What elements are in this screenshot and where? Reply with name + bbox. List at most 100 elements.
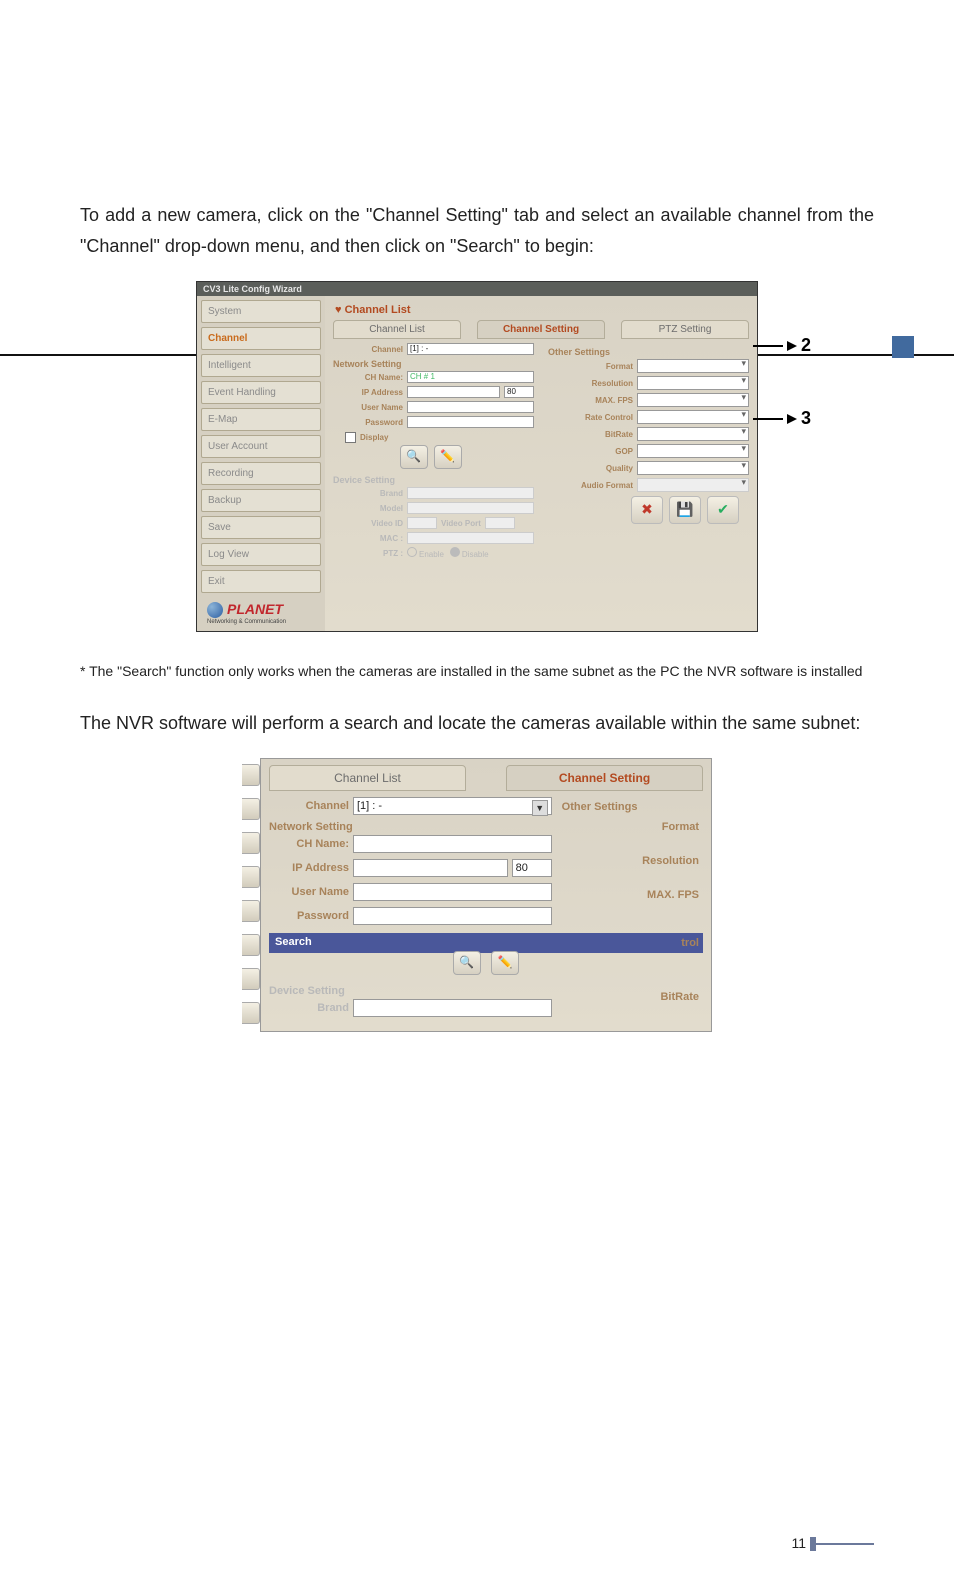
port-input[interactable]: 80 bbox=[504, 386, 534, 398]
maxfps-label: MAX. FPS bbox=[548, 396, 637, 405]
channel-select[interactable]: [1] : - bbox=[407, 343, 534, 355]
wizard-titlebar: CV3 Lite Config Wizard bbox=[197, 282, 757, 296]
fig2-brand-label: Brand bbox=[269, 1002, 353, 1014]
tab-ptz-setting[interactable]: PTZ Setting bbox=[621, 320, 749, 339]
wand-icon-button[interactable]: ✏️ bbox=[434, 445, 462, 469]
sidebar-item-recording[interactable]: Recording bbox=[201, 462, 321, 485]
format-label: Format bbox=[548, 362, 637, 371]
chname-input[interactable]: CH # 1 bbox=[407, 371, 534, 383]
bitrate-select[interactable] bbox=[637, 427, 749, 441]
left-stub-bar bbox=[242, 758, 260, 1032]
fig2-ip-label: IP Address bbox=[269, 862, 353, 874]
callout-2: 2 bbox=[801, 335, 811, 356]
fig2-other-title: Other Settings bbox=[562, 801, 703, 813]
fig2-ip-input[interactable] bbox=[353, 859, 508, 877]
sidebar-item-logview[interactable]: Log View bbox=[201, 543, 321, 566]
fig2-channel-label: Channel bbox=[269, 800, 353, 812]
ip-input[interactable] bbox=[407, 386, 500, 398]
tab-channel-list[interactable]: Channel List bbox=[333, 320, 461, 339]
maxfps-select[interactable] bbox=[637, 393, 749, 407]
fig2-search-icon-button[interactable]: 🔍 bbox=[453, 951, 481, 975]
globe-icon bbox=[207, 602, 223, 618]
quality-select[interactable] bbox=[637, 461, 749, 475]
videoport-label: Video Port bbox=[441, 519, 485, 528]
callout-3: 3 bbox=[801, 408, 811, 429]
format-select[interactable] bbox=[637, 359, 749, 373]
videoid-label: Video ID bbox=[333, 519, 407, 528]
mac-label: MAC : bbox=[333, 534, 407, 543]
sidebar-item-save[interactable]: Save bbox=[201, 516, 321, 539]
gop-select[interactable] bbox=[637, 444, 749, 458]
brand-label: Brand bbox=[333, 489, 407, 498]
ip-label: IP Address bbox=[333, 388, 407, 397]
ptz-label: PTZ : bbox=[333, 549, 407, 558]
videoport-input bbox=[485, 517, 515, 529]
ok-button[interactable]: ✔ bbox=[707, 496, 739, 524]
model-input bbox=[407, 502, 534, 514]
search-label: Search bbox=[275, 936, 312, 948]
search-note: * The "Search" function only works when … bbox=[80, 662, 874, 682]
fig2-resolution-label: Resolution bbox=[562, 849, 703, 867]
fig2-format-label: Format bbox=[562, 815, 703, 833]
fig2-user-input[interactable] bbox=[353, 883, 552, 901]
pwd-input[interactable] bbox=[407, 416, 534, 428]
fig2-channel-select[interactable]: [1] : - bbox=[353, 797, 552, 815]
fig2-maxfps-label: MAX. FPS bbox=[562, 883, 703, 901]
display-checkbox[interactable]: Display bbox=[345, 432, 534, 443]
gop-label: GOP bbox=[548, 447, 637, 456]
fig2-tab-channel-setting[interactable]: Channel Setting bbox=[506, 765, 703, 791]
channel-label: Channel bbox=[333, 345, 407, 354]
fig2-tab-channel-list[interactable]: Channel List bbox=[269, 765, 466, 791]
search-icon-button[interactable]: 🔍 bbox=[400, 445, 428, 469]
wizard-main: ♥ Channel List Channel List Channel Sett… bbox=[325, 296, 757, 631]
resolution-select[interactable] bbox=[637, 376, 749, 390]
network-setting-title: Network Setting bbox=[333, 359, 534, 369]
rate-select[interactable] bbox=[637, 410, 749, 424]
fig2-pwd-input[interactable] bbox=[353, 907, 552, 925]
sidebar-item-emap[interactable]: E-Map bbox=[201, 408, 321, 431]
fig2-pwd-label: Password bbox=[269, 910, 353, 922]
resolution-label: Resolution bbox=[548, 379, 637, 388]
brand-input bbox=[407, 487, 534, 499]
fig2-port-input[interactable]: 80 bbox=[512, 859, 552, 877]
fig2-chname-label: CH Name: bbox=[269, 838, 353, 850]
user-input[interactable] bbox=[407, 401, 534, 413]
header-corner-block bbox=[892, 336, 914, 358]
fig2-wand-icon-button[interactable]: ✏️ bbox=[491, 951, 519, 975]
tab-channel-setting[interactable]: Channel Setting bbox=[477, 320, 605, 339]
wizard-sidebar: System Channel Intelligent Event Handlin… bbox=[197, 296, 325, 631]
mac-input bbox=[407, 532, 534, 544]
sidebar-item-event[interactable]: Event Handling bbox=[201, 381, 321, 404]
model-label: Model bbox=[333, 504, 407, 513]
rate-label: Rate Control bbox=[548, 413, 637, 422]
sidebar-item-system[interactable]: System bbox=[201, 300, 321, 323]
quality-label: Quality bbox=[548, 464, 637, 473]
fig2-network-title: Network Setting bbox=[269, 821, 552, 833]
sidebar-item-exit[interactable]: Exit bbox=[201, 570, 321, 593]
sidebar-item-user[interactable]: User Account bbox=[201, 435, 321, 458]
device-setting-title: Device Setting bbox=[333, 475, 534, 485]
wizard-window: CV3 Lite Config Wizard System Channel In… bbox=[196, 281, 758, 632]
fig2-device-title: Device Setting bbox=[269, 985, 552, 997]
fig2-ctrl-label-truncated: trol bbox=[269, 937, 703, 949]
intro-paragraph: To add a new camera, click on the "Chann… bbox=[80, 200, 874, 261]
cancel-button[interactable]: ✖ bbox=[631, 496, 663, 524]
chname-label: CH Name: bbox=[333, 373, 407, 382]
fig2-chname-input[interactable] bbox=[353, 835, 552, 853]
other-settings-title: Other Settings bbox=[548, 347, 749, 357]
page-number: 11 bbox=[791, 1535, 874, 1551]
sidebar-item-backup[interactable]: Backup bbox=[201, 489, 321, 512]
fig2-brand-input bbox=[353, 999, 552, 1017]
para2: The NVR software will perform a search a… bbox=[80, 708, 874, 739]
user-label: User Name bbox=[333, 403, 407, 412]
sidebar-item-channel[interactable]: Channel bbox=[201, 327, 321, 350]
sidebar-item-intelligent[interactable]: Intelligent bbox=[201, 354, 321, 377]
pwd-label: Password bbox=[333, 418, 407, 427]
videoid-input bbox=[407, 517, 437, 529]
fig2-bitrate-label: BitRate bbox=[562, 985, 703, 1003]
search-panel-figure: Channel List Channel Setting Channel [1]… bbox=[242, 758, 712, 1032]
save-floppy-button[interactable]: 💾 bbox=[669, 496, 701, 524]
channel-list-section: ♥ Channel List bbox=[335, 304, 749, 316]
vendor-logo: PLANET Networking & Communication bbox=[201, 599, 321, 627]
checkbox-icon bbox=[345, 432, 356, 443]
